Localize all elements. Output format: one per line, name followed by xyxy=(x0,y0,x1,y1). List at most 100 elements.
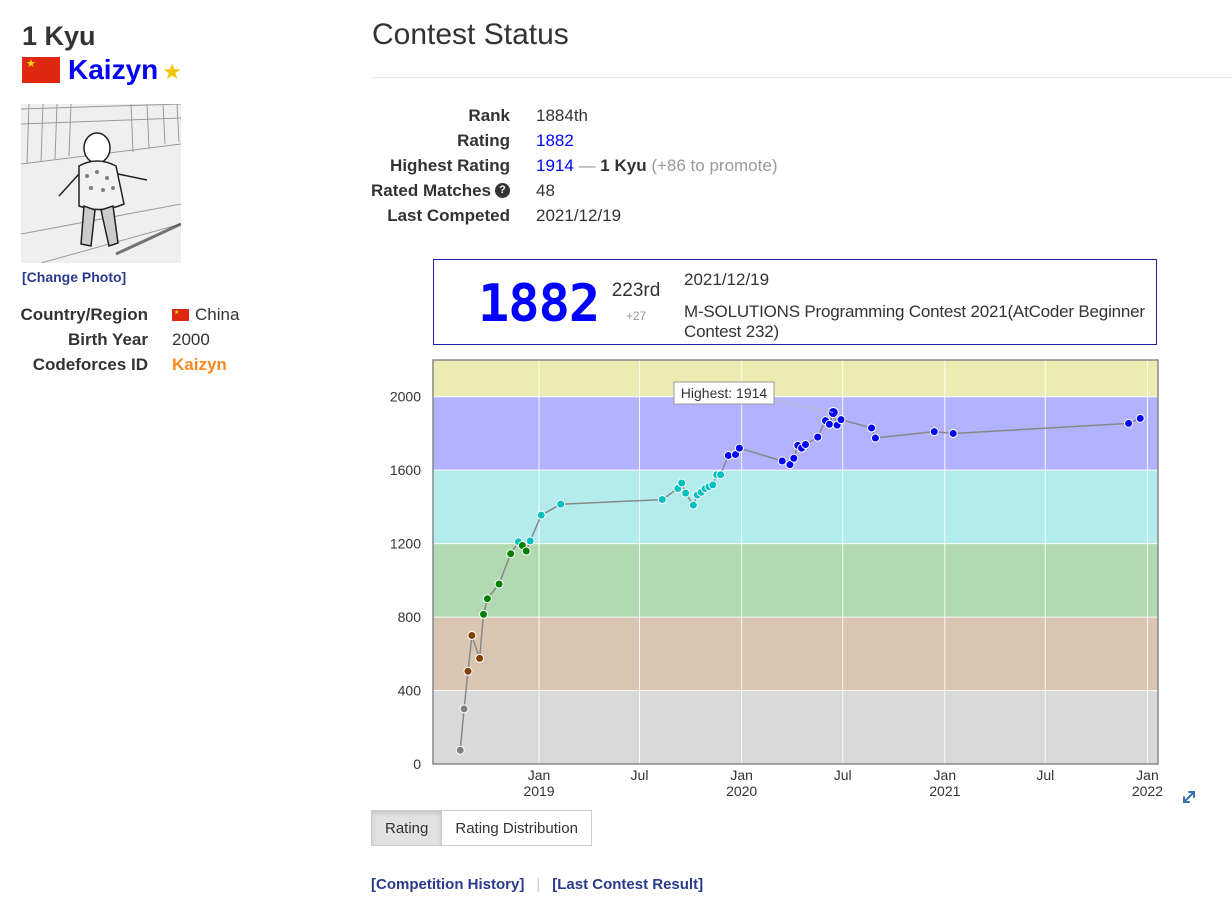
rating-point xyxy=(475,653,485,663)
rating-point xyxy=(506,549,516,559)
x-tick-label: Jan xyxy=(528,767,551,783)
birth-year-row: Birth Year 2000 xyxy=(20,327,239,352)
expand-icon[interactable] xyxy=(1180,788,1198,806)
y-tick-label: 800 xyxy=(398,609,422,625)
latest-contest-box: 1882 223rd +27 2021/12/19 M-SOLUTIONS Pr… xyxy=(433,259,1157,345)
x-tick-year: 2020 xyxy=(726,783,757,799)
profile-links: [Competition History] | [Last Contest Re… xyxy=(371,876,703,893)
user-name: Kaizyn xyxy=(68,54,159,85)
rating-point xyxy=(525,536,535,546)
promote-text: (+86 to promote) xyxy=(651,156,778,175)
rating-point xyxy=(777,456,787,466)
birth-year-key: Birth Year xyxy=(67,330,148,349)
rated-matches-value: 48 xyxy=(536,181,555,200)
latest-rating: 1882 xyxy=(478,274,600,334)
x-tick-year: 2021 xyxy=(929,783,960,799)
x-tick-label: Jan xyxy=(1136,767,1159,783)
rating-point xyxy=(824,419,834,429)
codeforces-link[interactable]: Kaizyn xyxy=(172,352,227,377)
rated-matches-row: Rated Matches? 48 xyxy=(370,178,777,203)
rating-point xyxy=(836,415,846,425)
rating-point xyxy=(494,579,504,589)
latest-contest-name: M-SOLUTIONS Programming Contest 2021(AtC… xyxy=(684,302,1145,341)
last-contest-result-link[interactable]: [Last Contest Result] xyxy=(552,876,703,893)
rating-point xyxy=(536,510,546,520)
rating-point xyxy=(870,433,880,443)
kyu-label: 1 Kyu xyxy=(22,21,96,51)
y-tick-label: 1600 xyxy=(390,462,421,478)
rating-band xyxy=(433,360,1158,397)
rating-point xyxy=(459,704,469,714)
rating-point xyxy=(723,450,733,460)
rating-point xyxy=(467,630,477,640)
avatar xyxy=(21,104,181,263)
rating-point xyxy=(789,453,799,463)
rank-row: Rank 1884th xyxy=(370,103,777,128)
rating-point xyxy=(1124,418,1134,428)
question-icon[interactable]: ? xyxy=(495,183,510,198)
rating-point xyxy=(455,745,465,755)
rating-point xyxy=(556,499,566,509)
rank-key: Rank xyxy=(468,106,510,125)
divider xyxy=(372,77,1232,78)
contest-stats: Rank 1884th Rating 1882 Highest Rating 1… xyxy=(370,103,777,228)
rating-point xyxy=(827,407,839,419)
tab-rating-distribution[interactable]: Rating Distribution xyxy=(442,810,592,846)
rating-point xyxy=(800,439,810,449)
rating-band xyxy=(433,543,1158,618)
rating-point xyxy=(482,594,492,604)
codeforces-key: Codeforces ID xyxy=(32,355,148,374)
x-tick-label: Jan xyxy=(934,767,957,783)
highest-label: Highest: 1914 xyxy=(681,385,768,401)
y-tick-label: 1200 xyxy=(390,536,421,552)
last-competed-value: 2021/12/19 xyxy=(536,206,622,225)
rating-point xyxy=(716,470,726,480)
rating-point xyxy=(929,427,939,437)
chart-tabs: Rating Rating Distribution xyxy=(371,810,592,846)
codeforces-row: Codeforces ID Kaizyn xyxy=(20,352,239,377)
rating-point xyxy=(813,432,823,442)
x-tick-label: Jul xyxy=(631,767,649,783)
rating-value: 1882 xyxy=(536,131,574,150)
highest-rating-key: Highest Rating xyxy=(390,156,510,175)
x-tick-label: Jan xyxy=(730,767,753,783)
change-photo-link[interactable]: [Change Photo] xyxy=(22,269,126,285)
y-tick-label: 400 xyxy=(398,683,422,699)
x-tick-year: 2019 xyxy=(523,783,554,799)
competition-history-link[interactable]: [Competition History] xyxy=(371,876,524,893)
last-competed-row: Last Competed 2021/12/19 xyxy=(370,203,777,228)
rating-band xyxy=(433,470,1158,544)
x-tick-label: Jul xyxy=(1036,767,1054,783)
star-icon: ★ xyxy=(162,59,182,84)
tab-rating[interactable]: Rating xyxy=(371,810,443,846)
latest-date: 2021/12/19 xyxy=(684,270,770,289)
highest-dash: — xyxy=(578,156,596,175)
rated-matches-key: Rated Matches xyxy=(371,181,491,200)
latest-rank: 223rd xyxy=(611,280,661,301)
country-value: China xyxy=(195,305,240,324)
rating-point xyxy=(734,443,744,453)
rating-point xyxy=(948,428,958,438)
rank-value: 1884th xyxy=(536,106,588,125)
highest-rating-row: Highest Rating 1914 — 1 Kyu (+86 to prom… xyxy=(370,153,777,178)
link-separator: | xyxy=(536,876,541,893)
rating-band xyxy=(433,617,1158,691)
last-competed-key: Last Competed xyxy=(387,206,510,225)
country-row: Country/Region ★ China xyxy=(20,302,240,327)
rating-point xyxy=(867,423,877,433)
china-flag-icon: ★ xyxy=(172,308,189,321)
rating-chart[interactable]: 0400800120016002000Jan2019Jul Jan2020Jul J… xyxy=(372,352,1232,814)
birth-year-value: 2000 xyxy=(172,330,210,349)
highest-rating-value: 1914 xyxy=(536,156,574,175)
latest-diff: +27 xyxy=(625,309,647,323)
user-name-row: ★ Kaizyn ★ xyxy=(22,53,182,87)
highest-kyu: 1 Kyu xyxy=(600,156,647,175)
rating-point xyxy=(688,500,698,510)
profile-info: Country/Region ★ China Birth Year 2000 C… xyxy=(20,302,240,377)
x-tick-label: Jul xyxy=(834,767,852,783)
china-flag-icon: ★ xyxy=(22,57,60,83)
country-key: Country/Region xyxy=(20,305,149,324)
x-tick-year: 2022 xyxy=(1132,783,1163,799)
rating-point xyxy=(657,495,667,505)
rating-point xyxy=(463,666,473,676)
